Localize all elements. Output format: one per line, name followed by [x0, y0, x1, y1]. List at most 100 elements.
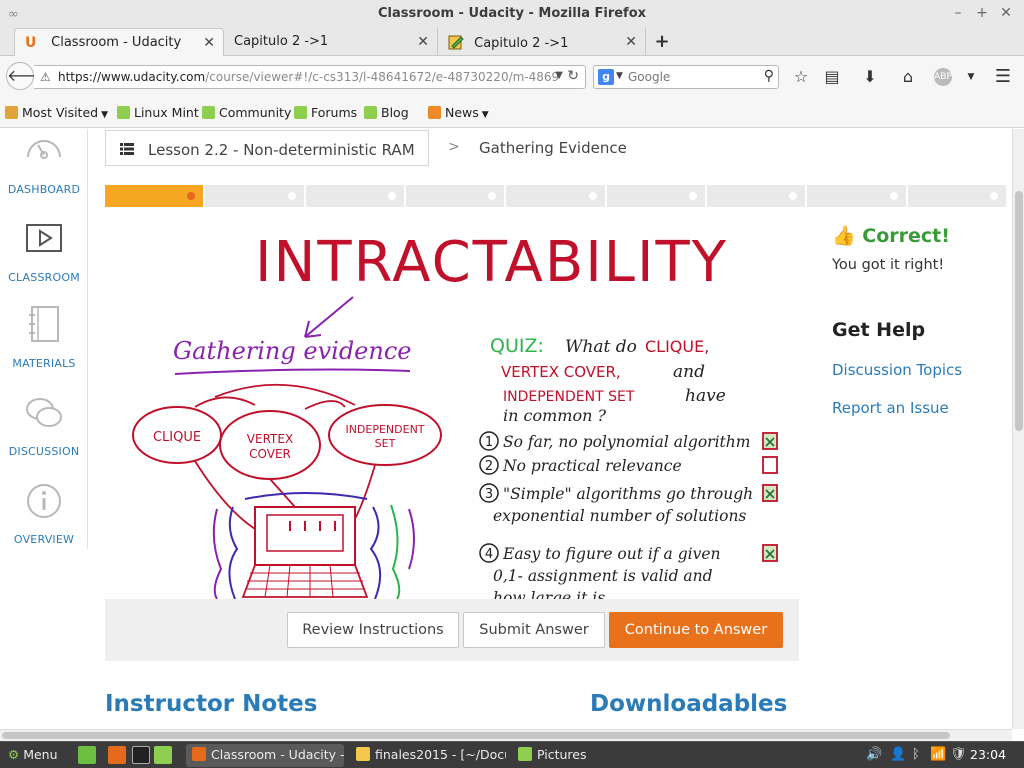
reading-list-icon[interactable]: ▤ — [821, 66, 843, 88]
bookmark-forums[interactable]: Forums — [294, 105, 357, 120]
submit-answer-button[interactable]: Submit Answer — [463, 612, 605, 648]
nav-item-overview[interactable]: OVERVIEW — [0, 481, 88, 546]
search-bar[interactable]: g ▼ ⚲ — [593, 65, 779, 89]
warning-icon: ⚠ — [40, 70, 51, 84]
continue-to-answer-button[interactable]: Continue to Answer — [609, 612, 783, 648]
svg-text:COVER: COVER — [249, 447, 291, 461]
nav-item-classroom[interactable]: CLASSROOM — [0, 219, 88, 284]
search-icon[interactable]: ⚲ — [764, 68, 774, 84]
bookmark-news[interactable]: News ▼ — [428, 105, 489, 120]
get-help-heading: Get Help — [832, 319, 926, 341]
tab-label: Capitulo 2 ->1 — [474, 36, 569, 51]
url-bar[interactable]: ⚠ https://www.udacity.com/course/viewer#… — [34, 65, 586, 89]
home-icon[interactable]: ⌂ — [897, 66, 919, 88]
downloadables-heading: Downloadables — [590, 691, 788, 717]
udacity-icon: U — [25, 35, 37, 51]
progress-segment[interactable] — [406, 185, 507, 207]
notebook-icon — [29, 306, 59, 342]
reload-icon[interactable]: ↻ — [567, 68, 579, 84]
report-issue-link[interactable]: Report an Issue — [832, 399, 1007, 417]
bookmark-star-icon[interactable]: ☆ — [790, 66, 812, 88]
svg-text:in common ?: in common ? — [503, 406, 606, 425]
lesson-progress-bar — [105, 185, 1008, 207]
tab-capitulo-1[interactable]: Capitulo 2 ->1 ✕ — [224, 28, 438, 56]
progress-segment[interactable] — [908, 185, 1008, 207]
user-icon[interactable]: 👤 — [890, 747, 906, 762]
adblock-dropdown-icon[interactable]: ▼ — [960, 66, 982, 88]
progress-segment[interactable] — [105, 185, 206, 207]
vertical-scrollbar[interactable] — [1012, 129, 1024, 729]
tab-classroom[interactable]: U Classroom - Udacity ✕ — [14, 28, 224, 57]
start-menu-button[interactable]: ⚙ Menu — [8, 747, 58, 762]
wifi-icon[interactable]: 📶 — [930, 747, 946, 762]
adblock-icon[interactable]: ABP — [934, 68, 952, 86]
task-editor[interactable]: finales2015 - [~/Docu... — [350, 744, 506, 767]
task-pictures[interactable]: Pictures — [512, 744, 612, 767]
close-tab-icon[interactable]: ✕ — [203, 35, 215, 51]
option-text: So far, no polynomial algorithm — [503, 433, 750, 451]
bookmark-most-visited[interactable]: Most Visited ▼ — [5, 105, 108, 120]
lesson-breadcrumb[interactable]: Lesson 2.2 - Non-deterministic RAM — [105, 130, 429, 166]
close-window-icon[interactable]: ✕ — [998, 5, 1014, 21]
option-text: how large it is — [493, 589, 605, 599]
back-button[interactable]: 🡐 — [6, 62, 50, 90]
minimize-icon[interactable]: – — [950, 5, 966, 21]
bookmark-community[interactable]: Community — [202, 105, 291, 120]
discussion-topics-link[interactable]: Discussion Topics — [832, 361, 1007, 379]
horizontal-scrollbar[interactable] — [0, 729, 1012, 741]
progress-segment[interactable] — [607, 185, 707, 207]
download-icon[interactable]: ⬇ — [859, 66, 881, 88]
play-icon — [26, 224, 62, 252]
node-clique: CLIQUE — [153, 430, 201, 445]
bookmark-linux-mint[interactable]: Linux Mint — [117, 105, 199, 120]
progress-segment[interactable] — [306, 185, 406, 207]
progress-dot — [488, 192, 497, 200]
search-engine-dropdown-icon[interactable]: ▼ — [616, 71, 623, 81]
option-number: 3 — [485, 487, 493, 502]
close-tab-icon[interactable]: ✕ — [417, 34, 429, 50]
new-tab-button[interactable]: + — [652, 31, 672, 52]
progress-segment[interactable] — [707, 185, 808, 207]
folder-icon — [5, 106, 18, 119]
svg-text:VERTEX COVER,: VERTEX COVER, — [501, 363, 621, 381]
volume-icon[interactable]: 🔊 — [866, 747, 882, 762]
right-sidebar: 👍 Correct! You got it right! Get Help Di… — [832, 224, 1007, 417]
nav-item-materials[interactable]: MATERIALS — [0, 305, 88, 370]
option-text: "Simple" algorithms go through — [503, 485, 753, 503]
lesson-video[interactable]: INTRACTABILITY Gathering evidence CLIQUE… — [105, 209, 799, 599]
quiz-options: 1 So far, no polynomial algorithm 2 No prac… — [479, 431, 778, 599]
progress-segment[interactable] — [506, 185, 607, 207]
option-text: Easy to figure out if a given — [502, 545, 720, 563]
svg-text:VERTEX: VERTEX — [247, 432, 293, 446]
progress-dot — [187, 192, 196, 200]
shield-icon[interactable]: 🛡 — [950, 747, 967, 762]
nav-item-discussion[interactable]: DISCUSSION — [0, 393, 88, 458]
search-input[interactable] — [628, 69, 748, 85]
progress-dot — [789, 192, 798, 200]
chevron-down-icon: ▼ — [101, 110, 109, 120]
option-checkbox[interactable] — [762, 456, 778, 474]
files-launcher-icon[interactable] — [154, 746, 172, 764]
show-desktop-icon[interactable] — [78, 746, 96, 764]
option-number: 2 — [485, 459, 493, 474]
progress-segment[interactable] — [205, 185, 306, 207]
quiz-label: QUIZ: — [490, 335, 544, 357]
progress-segment[interactable] — [807, 185, 908, 207]
task-firefox[interactable]: Classroom - Udacity -... — [186, 744, 344, 767]
tab-capitulo-2[interactable]: Capitulo 2 ->1 ✕ — [438, 28, 646, 56]
firefox-launcher-icon[interactable] — [108, 746, 126, 764]
svg-text:and: and — [673, 362, 705, 382]
svg-text:INDEPENDENT SET: INDEPENDENT SET — [503, 389, 635, 405]
nav-item-dashboard[interactable]: DASHBOARD — [0, 129, 88, 196]
svg-text:CLIQUE,: CLIQUE, — [645, 337, 709, 356]
maximize-icon[interactable]: + — [974, 5, 990, 21]
progress-dot — [889, 192, 898, 200]
bluetooth-icon[interactable]: ᛒ — [912, 747, 920, 762]
url-dropdown-icon[interactable]: ▼ — [555, 70, 563, 81]
review-instructions-button[interactable]: Review Instructions — [287, 612, 459, 648]
close-tab-icon[interactable]: ✕ — [625, 34, 637, 50]
bookmark-blog[interactable]: Blog — [364, 105, 409, 120]
terminal-launcher-icon[interactable] — [132, 746, 150, 764]
instructor-notes-heading: Instructor Notes — [105, 691, 318, 717]
hamburger-menu-icon[interactable]: ☰ — [992, 66, 1014, 88]
